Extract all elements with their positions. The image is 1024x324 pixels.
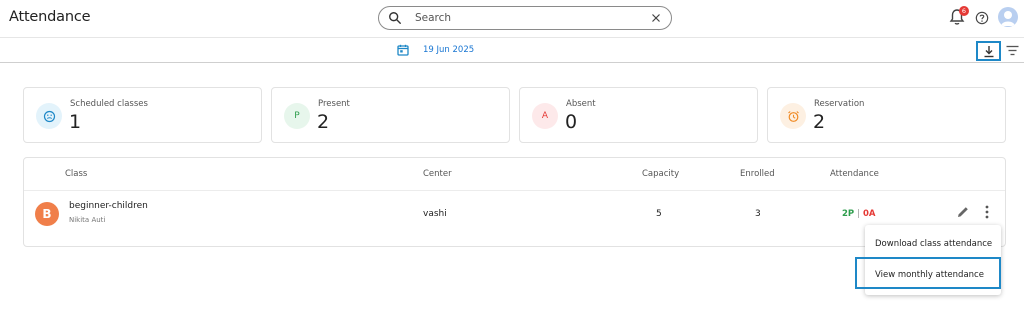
school-icon bbox=[36, 103, 62, 129]
column-header-class: Class bbox=[65, 169, 88, 179]
stat-label: Absent bbox=[566, 99, 596, 109]
stat-card-scheduled-classes: Scheduled classes 1 bbox=[23, 87, 262, 143]
more-vert-icon[interactable] bbox=[982, 204, 992, 220]
clear-icon[interactable] bbox=[649, 11, 663, 25]
selected-date[interactable]: 19 Jun 2025 bbox=[423, 45, 474, 55]
menu-item-download-class-attendance[interactable]: Download class attendance bbox=[865, 229, 1001, 259]
stat-value: 2 bbox=[317, 111, 330, 133]
stat-value: 1 bbox=[69, 111, 82, 133]
calendar-icon[interactable] bbox=[397, 44, 409, 56]
table-row[interactable]: B beginner-children Nikita Auti vashi 5 … bbox=[24, 192, 1005, 236]
stat-label: Reservation bbox=[814, 99, 865, 109]
stat-value: 0 bbox=[565, 111, 578, 133]
instructor-name: Nikita Auti bbox=[69, 216, 106, 224]
column-header-capacity: Capacity bbox=[642, 169, 680, 179]
column-header-center: Center bbox=[423, 169, 452, 179]
search-icon bbox=[389, 12, 401, 24]
classes-table: Class Center Capacity Enrolled Attendanc… bbox=[23, 157, 1006, 247]
class-name[interactable]: beginner-children bbox=[69, 201, 148, 211]
alarm-icon bbox=[780, 103, 806, 129]
download-button[interactable] bbox=[976, 41, 1001, 61]
notification-badge: 6 bbox=[959, 6, 969, 16]
attendance-value: 2P | 0A bbox=[842, 209, 875, 219]
stat-card-present: P Present 2 bbox=[271, 87, 510, 143]
top-bar: Attendance Search 6 bbox=[0, 0, 1024, 38]
stat-card-absent: A Absent 0 bbox=[519, 87, 758, 143]
search-bar[interactable]: Search bbox=[378, 6, 672, 30]
class-avatar: B bbox=[35, 202, 59, 226]
present-icon: P bbox=[284, 103, 310, 129]
column-header-attendance: Attendance bbox=[830, 169, 879, 179]
user-avatar[interactable] bbox=[998, 7, 1018, 27]
absent-icon: A bbox=[532, 103, 558, 129]
absent-count: 0A bbox=[862, 209, 876, 219]
enrolled-value: 3 bbox=[755, 209, 761, 219]
capacity-value: 5 bbox=[656, 209, 662, 219]
stat-label: Scheduled classes bbox=[70, 99, 148, 109]
stat-value: 2 bbox=[813, 111, 826, 133]
stat-label: Present bbox=[318, 99, 350, 109]
search-input[interactable]: Search bbox=[415, 12, 451, 24]
date-bar: 19 Jun 2025 bbox=[0, 38, 1024, 63]
edit-icon[interactable] bbox=[956, 205, 970, 219]
stat-card-reservation: Reservation 2 bbox=[767, 87, 1006, 143]
highlight-box bbox=[855, 257, 1001, 289]
attendance-separator: | bbox=[857, 209, 860, 219]
page-title: Attendance bbox=[9, 9, 91, 25]
table-header: Class Center Capacity Enrolled Attendanc… bbox=[24, 158, 1005, 191]
present-count: 2P bbox=[842, 209, 855, 219]
user-icon bbox=[1001, 11, 1015, 26]
center-value: vashi bbox=[423, 209, 447, 219]
column-header-enrolled: Enrolled bbox=[740, 169, 775, 179]
filter-icon[interactable] bbox=[1006, 45, 1019, 56]
help-icon[interactable] bbox=[975, 11, 989, 25]
download-icon bbox=[984, 45, 993, 57]
